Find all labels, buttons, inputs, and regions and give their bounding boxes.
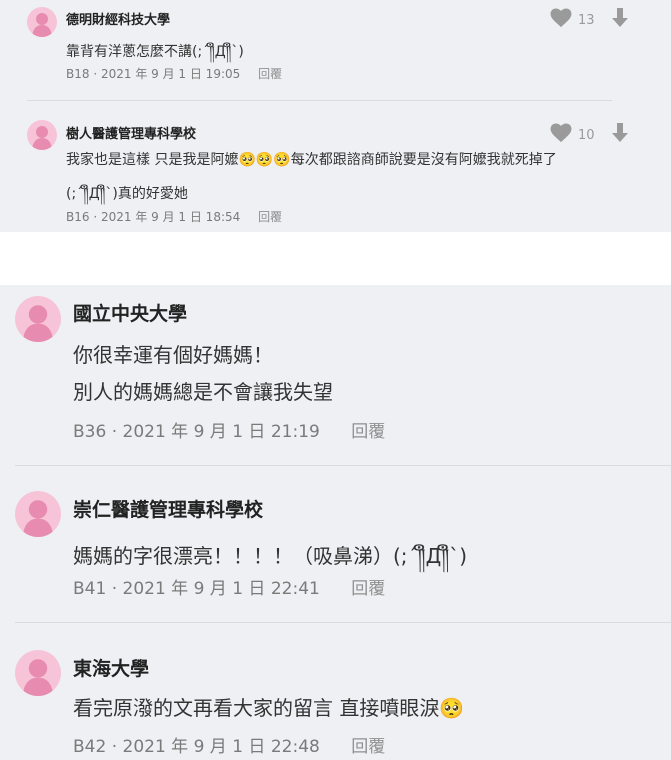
meta-separator: ·: [111, 579, 123, 599]
reply-button[interactable]: 回覆: [258, 67, 282, 81]
avatar-icon: [22, 305, 54, 342]
floor-number: B41: [73, 579, 107, 599]
comment-timestamp: 2021 年 9 月 1 日 22:48: [122, 737, 320, 757]
reply-button[interactable]: 回覆: [258, 210, 282, 224]
heart-icon[interactable]: [550, 123, 572, 147]
comment-timestamp: 2021 年 9 月 1 日 21:19: [122, 422, 320, 442]
comment-thread-top: 德明財經科技大學 靠背有洋蔥怎麼不講(;´༎ຶД༎ຶ`) B18 · 2021 …: [0, 0, 671, 232]
like-count: 13: [578, 12, 595, 28]
comment-author[interactable]: 國立中央大學: [73, 299, 187, 326]
meta-separator: ·: [111, 422, 123, 442]
comment-author[interactable]: 德明財經科技大學: [66, 9, 170, 28]
reply-button[interactable]: 回覆: [351, 579, 385, 599]
downvote-arrow-icon[interactable]: [611, 123, 629, 147]
floor-number: B18: [66, 67, 90, 81]
avatar[interactable]: [15, 650, 61, 696]
floor-number: B36: [73, 422, 107, 442]
like-count: 10: [578, 127, 595, 143]
reply-button[interactable]: 回覆: [351, 422, 385, 442]
comment-meta: B41 · 2021 年 9 月 1 日 22:41 回覆: [73, 574, 385, 599]
comment-meta: B42 · 2021 年 9 月 1 日 22:48 回覆: [73, 732, 385, 757]
comment-author[interactable]: 樹人醫護管理專科學校: [66, 123, 196, 142]
vote-controls: 10: [550, 123, 629, 147]
meta-separator: ·: [93, 210, 101, 224]
comment-text: 我家也是這樣 只是我是阿嬤🥺🥺🥺每次都跟諮商師說要是沒有阿嬤我就死掉了: [66, 152, 557, 168]
reply-button[interactable]: 回覆: [351, 737, 385, 757]
vote-controls: 13: [550, 8, 629, 32]
avatar[interactable]: [27, 7, 57, 37]
meta-separator: ·: [111, 737, 123, 757]
comment-divider: [15, 622, 671, 623]
floor-number: B42: [73, 737, 107, 757]
comment-meta: B16 · 2021 年 9 月 1 日 18:54 回覆: [66, 208, 282, 225]
comment-text: 看完原潑的文再看大家的留言 直接噴眼淚🥺: [73, 696, 465, 720]
avatar[interactable]: [15, 491, 61, 537]
comment-divider: [15, 465, 671, 466]
comment-meta: B18 · 2021 年 9 月 1 日 19:05 回覆: [66, 65, 282, 82]
avatar-icon: [22, 659, 54, 696]
downvote-arrow-icon[interactable]: [611, 8, 629, 32]
comment-thread-bottom: 國立中央大學 你很幸運有個好媽媽！ 別人的媽媽總是不會讓我失望 B36 · 20…: [0, 285, 671, 760]
heart-icon[interactable]: [550, 8, 572, 32]
avatar-icon: [32, 126, 52, 150]
comment-timestamp: 2021 年 9 月 1 日 18:54: [100, 210, 241, 224]
comment-text: 你很幸運有個好媽媽！: [73, 343, 273, 367]
comment-divider: [27, 100, 612, 101]
comment-author[interactable]: 東海大學: [73, 654, 149, 681]
comment-meta: B36 · 2021 年 9 月 1 日 21:19 回覆: [73, 417, 385, 442]
avatar-icon: [22, 500, 54, 537]
comment-author[interactable]: 崇仁醫護管理專科學校: [73, 495, 263, 522]
avatar[interactable]: [27, 120, 57, 150]
avatar[interactable]: [15, 296, 61, 342]
avatar-icon: [32, 13, 52, 37]
floor-number: B16: [66, 210, 90, 224]
comment-text: 別人的媽媽總是不會讓我失望: [73, 380, 333, 404]
comment-timestamp: 2021 年 9 月 1 日 19:05: [100, 67, 241, 81]
meta-separator: ·: [93, 67, 101, 81]
comment-timestamp: 2021 年 9 月 1 日 22:41: [122, 579, 320, 599]
